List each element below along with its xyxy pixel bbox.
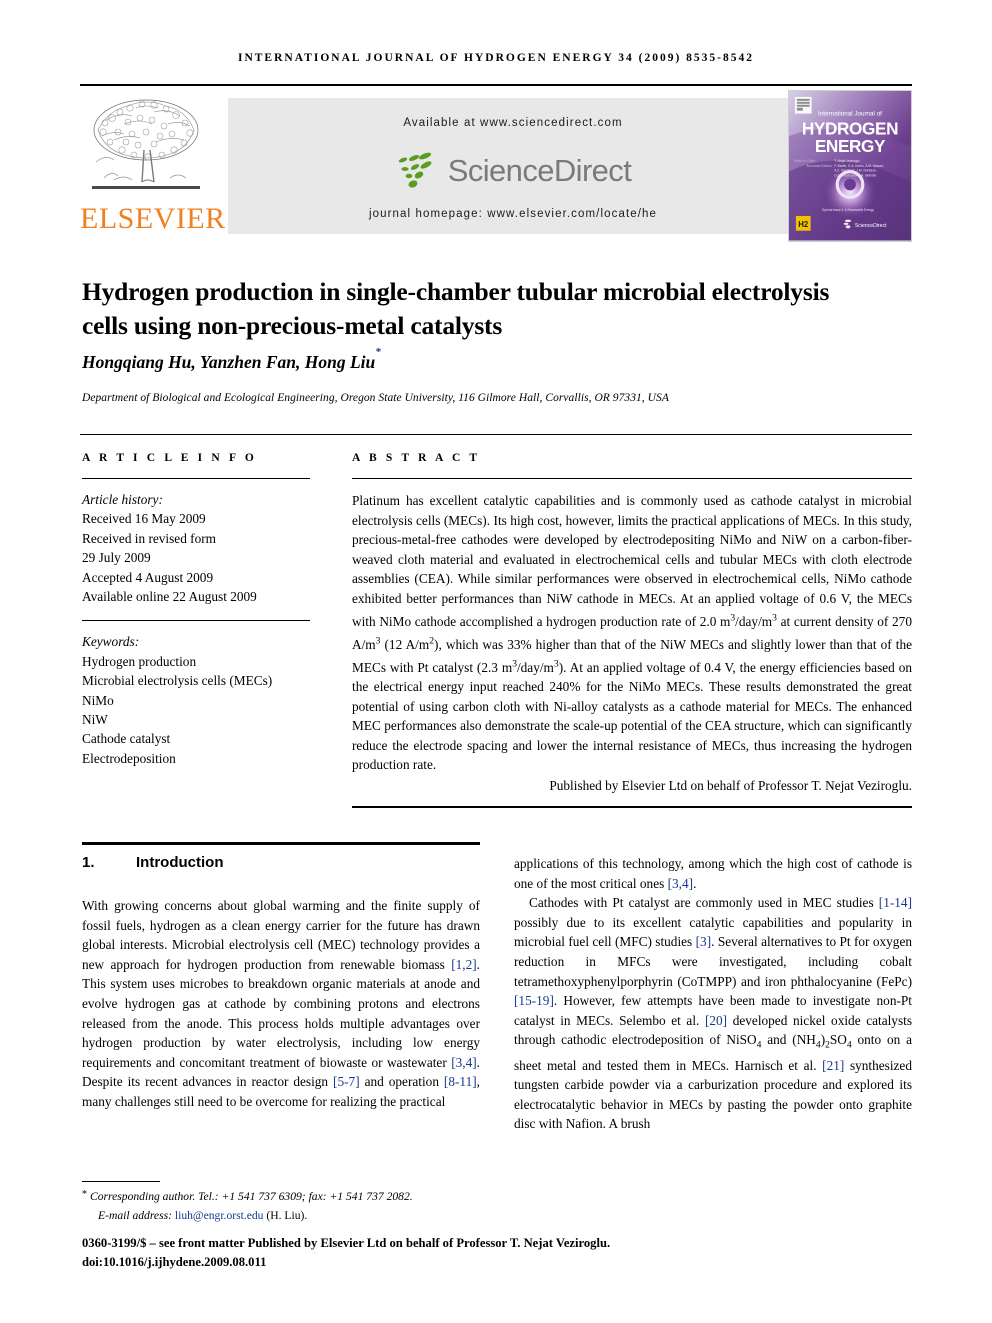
running-head: INTERNATIONAL JOURNAL OF HYDROGEN ENERGY… — [237, 52, 755, 64]
svg-text:ENERGY: ENERGY — [815, 136, 886, 156]
keyword-item: NiW — [82, 712, 108, 728]
abstract-text: Platinum has excellent catalytic capabil… — [352, 493, 913, 773]
body-column-left: With growing concerns about global warmi… — [82, 898, 480, 1109]
email-line: E-mail address: liuh@engr.orst.edu (H. L… — [82, 1207, 502, 1225]
footnote-rule — [82, 1181, 160, 1182]
email-label: E-mail address: — [98, 1208, 172, 1222]
keyword-item: Cathode catalyst — [82, 731, 171, 747]
article-info-column: A R T I C L E I N F O Article history: R… — [82, 452, 332, 768]
section-heading: 1. Introduction — [82, 854, 480, 871]
keywords-label: Keywords: — [82, 634, 140, 650]
available-at-text: Available at www.sciencedirect.com — [403, 117, 623, 129]
author-list: Hongqiang Hu, Yanzhen Fan, Hong Liu* — [82, 346, 872, 373]
corresponding-author-marker: * — [375, 345, 381, 358]
page-title: Hydrogen production in single-chamber tu… — [82, 277, 830, 341]
section-rule — [82, 842, 480, 845]
affiliation: Department of Biological and Ecological … — [82, 392, 669, 404]
abstract-bottom-rule — [352, 806, 912, 808]
corresponding-author-note: Corresponding author. Tel.: +1 541 737 6… — [90, 1190, 413, 1203]
header-rule — [80, 84, 912, 86]
svg-text:International Journal of: International Journal of — [818, 111, 882, 118]
footnote-marker: * — [82, 1189, 87, 1200]
issn-line: 0360-3199/$ – see front matter Published… — [82, 1236, 611, 1250]
email-link[interactable]: liuh@engr.orst.edu — [175, 1209, 264, 1222]
elsevier-tree-icon — [92, 99, 200, 189]
abstract-publisher-line: Published by Elsevier Ltd on behalf of P… — [549, 777, 912, 793]
cover-artwork: International Journal of HYDROGEN ENERGY… — [789, 91, 911, 241]
paper-page: INTERNATIONAL JOURNAL OF HYDROGEN ENERGY… — [0, 0, 992, 1323]
masthead: ELSEVIER Available at www.sciencedirect.… — [80, 90, 912, 242]
svg-text:ScienceDirect: ScienceDirect — [855, 223, 887, 229]
sciencedirect-banner: Available at www.sciencedirect.com Scien… — [228, 98, 798, 234]
article-info-heading: A R T I C L E I N F O — [82, 452, 257, 464]
keyword-item: Electrodeposition — [82, 750, 176, 766]
svg-text:Special Issue 2: A Renewable E: Special Issue 2: A Renewable Energy — [822, 208, 874, 212]
sciencedirect-wordmark: ScienceDirect — [447, 153, 632, 188]
svg-text:H2: H2 — [798, 220, 809, 229]
article-info-rule — [82, 478, 310, 479]
keywords-rule — [82, 620, 310, 622]
abstract-column: A B S T R A C T Platinum has excellent c… — [352, 452, 912, 795]
doi-line[interactable]: doi:10.1016/j.ijhydene.2009.08.011 — [82, 1253, 912, 1272]
keyword-item: Hydrogen production — [82, 653, 197, 669]
history-item: Received 16 May 2009 — [82, 511, 206, 527]
journal-homepage-text[interactable]: journal homepage: www.elsevier.com/locat… — [228, 208, 798, 220]
svg-text:Editor-in-Chief:: Editor-in-Chief: — [794, 159, 816, 163]
section-number: 1. — [82, 854, 95, 871]
svg-text:G.A. Skarlii and G.A. Ianiroll: G.A. Skarlii and G.A. Ianirollo — [834, 174, 876, 178]
svg-text:T. Nejat Veziroglu: T. Nejat Veziroglu — [834, 159, 859, 163]
sciencedirect-logo[interactable]: ScienceDirect — [228, 148, 798, 194]
affiliation-rule — [80, 434, 912, 435]
svg-text:Associate Editors:: Associate Editors: — [806, 164, 832, 168]
email-owner: (H. Liu). — [266, 1208, 308, 1222]
keyword-item: Microbial electrolysis cells (MECs) — [82, 673, 273, 689]
footnote-block: * Corresponding author. Tel.: +1 541 737 … — [82, 1188, 502, 1224]
author-names: Hongqiang Hu, Yanzhen Fan, Hong Liu — [82, 352, 376, 372]
history-item: Available online 22 August 2009 — [82, 589, 257, 605]
issn-block: 0360-3199/$ – see front matter Published… — [82, 1234, 912, 1272]
elsevier-logo[interactable]: ELSEVIER — [80, 90, 226, 242]
section-title: Introduction — [136, 854, 224, 871]
journal-cover-image: International Journal of HYDROGEN ENERGY… — [788, 90, 912, 242]
history-item: Accepted 4 August 2009 — [82, 569, 214, 585]
svg-text:F. Barbir, G.A. Karim, A.M. Mo: F. Barbir, G.A. Karim, A.M. Mosad, — [834, 164, 883, 168]
article-history-label: Article history: — [82, 492, 163, 507]
svg-text:A.Z. Sandrock, J.M. Norbeck,: A.Z. Sandrock, J.M. Norbeck, — [834, 169, 876, 173]
abstract-heading: A B S T R A C T — [352, 452, 481, 464]
elsevier-wordmark: ELSEVIER — [80, 202, 226, 235]
body-column-right: applications of this technology, among w… — [514, 854, 912, 1134]
history-item: 29 July 2009 — [82, 550, 151, 566]
paragraph: Cathodes with Pt catalyst are commonly u… — [514, 895, 912, 1132]
history-item: Received in revised form — [82, 530, 217, 546]
paragraph: applications of this technology, among w… — [514, 856, 912, 891]
sciencedirect-leaves-icon — [398, 152, 432, 188]
abstract-rule — [352, 478, 912, 479]
keyword-item: NiMo — [82, 692, 114, 708]
